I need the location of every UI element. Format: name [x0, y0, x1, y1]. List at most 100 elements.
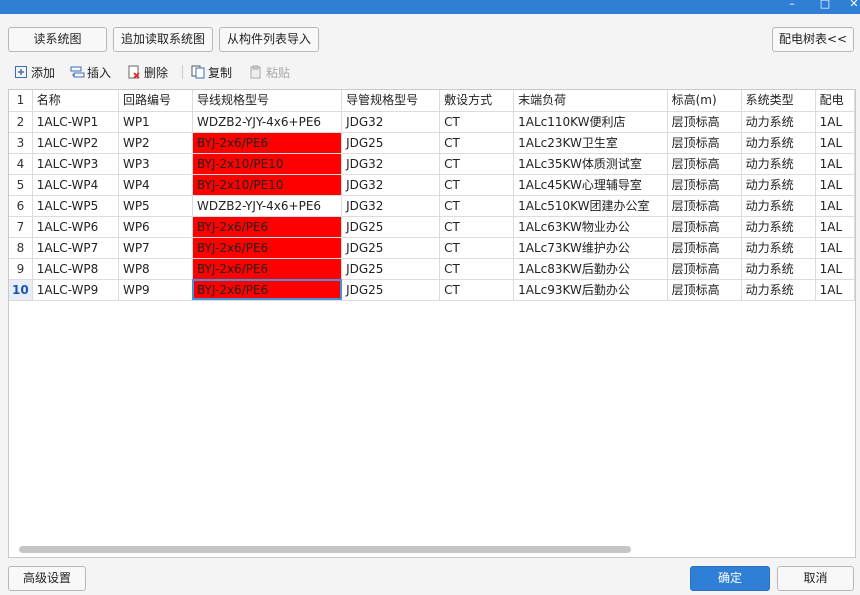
- delete-button[interactable]: 删除: [127, 61, 168, 83]
- table-row[interactable]: 7 1ALC-WP6 WP6 BYJ-2x6/PE6 JDG25 CT 1ALc63KW物业…: [9, 216, 855, 238]
- distribution-tree-button[interactable]: 配电树表<<: [772, 27, 854, 52]
- column-header[interactable]: 导管规格型号: [341, 90, 441, 112]
- table-cell[interactable]: JDG32: [341, 174, 441, 196]
- ok-button[interactable]: 确定: [690, 566, 770, 591]
- table-cell[interactable]: JDG32: [341, 153, 441, 175]
- table-cell[interactable]: WP8: [118, 258, 193, 280]
- table-cell[interactable]: 动力系统: [741, 174, 816, 196]
- column-header[interactable]: 敷设方式: [439, 90, 515, 112]
- row-number[interactable]: 2: [9, 111, 33, 133]
- table-cell[interactable]: 1AL: [815, 195, 855, 217]
- table-row[interactable]: 10 1ALC-WP9 WP9 BYJ-2x6/PE6 JDG25 CT 1ALc93KW后…: [9, 279, 855, 301]
- table-cell[interactable]: BYJ-2x6/PE6: [192, 258, 343, 280]
- advanced-settings-button[interactable]: 高级设置: [8, 566, 86, 591]
- table-cell[interactable]: 1ALC-WP7: [32, 237, 119, 259]
- insert-button[interactable]: 插入: [70, 61, 111, 83]
- table-cell[interactable]: 1AL: [815, 132, 855, 154]
- table-cell[interactable]: WDZB2-YJY-4x6+PE6: [192, 111, 343, 133]
- table-cell[interactable]: 动力系统: [741, 132, 816, 154]
- table-cell[interactable]: 1AL: [815, 258, 855, 280]
- column-header[interactable]: 末端负荷: [513, 90, 668, 112]
- table-cell[interactable]: JDG32: [341, 111, 441, 133]
- table-cell[interactable]: 层顶标高: [667, 216, 742, 238]
- table-cell[interactable]: CT: [439, 132, 515, 154]
- table-row[interactable]: 9 1ALC-WP8 WP8 BYJ-2x6/PE6 JDG25 CT 1ALc83KW后勤…: [9, 258, 855, 280]
- table-cell[interactable]: 1AL: [815, 153, 855, 175]
- table-cell[interactable]: BYJ-2x10/PE10: [192, 153, 343, 175]
- table-cell[interactable]: 层顶标高: [667, 174, 742, 196]
- table-cell[interactable]: 动力系统: [741, 258, 816, 280]
- add-button[interactable]: 添加: [14, 61, 55, 83]
- table-cell[interactable]: 动力系统: [741, 237, 816, 259]
- table-cell[interactable]: 1ALc63KW物业办公: [513, 216, 668, 238]
- import-from-component-list-button[interactable]: 从构件列表导入: [219, 27, 319, 52]
- table-row[interactable]: 3 1ALC-WP2 WP2 BYJ-2x6/PE6 JDG25 CT 1ALc23KW卫生…: [9, 132, 855, 154]
- table-cell[interactable]: 1ALC-WP9: [32, 279, 119, 301]
- table-cell[interactable]: CT: [439, 237, 515, 259]
- table-cell[interactable]: 1ALc45KW心理辅导室: [513, 174, 668, 196]
- paste-button[interactable]: 粘贴: [249, 61, 290, 83]
- table-cell[interactable]: BYJ-2x6/PE6: [192, 279, 343, 301]
- table-cell[interactable]: WDZB2-YJY-4x6+PE6: [192, 195, 343, 217]
- table-cell[interactable]: 1ALc73KW维护办公: [513, 237, 668, 259]
- table-cell[interactable]: 1AL: [815, 111, 855, 133]
- table-cell[interactable]: 1ALC-WP2: [32, 132, 119, 154]
- table-cell[interactable]: CT: [439, 195, 515, 217]
- table-cell[interactable]: BYJ-2x10/PE10: [192, 174, 343, 196]
- copy-button[interactable]: 复制: [191, 61, 232, 83]
- table-cell[interactable]: 层顶标高: [667, 195, 742, 217]
- table-cell[interactable]: BYJ-2x6/PE6: [192, 132, 343, 154]
- table-cell[interactable]: 动力系统: [741, 153, 816, 175]
- row-number[interactable]: 10: [9, 279, 33, 301]
- table-cell[interactable]: 1ALc110KW便利店: [513, 111, 668, 133]
- table-cell[interactable]: WP5: [118, 195, 193, 217]
- table-row[interactable]: 4 1ALC-WP3 WP3 BYJ-2x10/PE10 JDG32 CT 1ALc35KW…: [9, 153, 855, 175]
- table-cell[interactable]: WP7: [118, 237, 193, 259]
- row-number[interactable]: 9: [9, 258, 33, 280]
- table-cell[interactable]: 动力系统: [741, 195, 816, 217]
- table-cell[interactable]: 1ALc23KW卫生室: [513, 132, 668, 154]
- table-cell[interactable]: CT: [439, 279, 515, 301]
- column-header[interactable]: 名称: [32, 90, 119, 112]
- row-number[interactable]: 6: [9, 195, 33, 217]
- table-cell[interactable]: WP6: [118, 216, 193, 238]
- table-cell[interactable]: WP9: [118, 279, 193, 301]
- table-cell[interactable]: WP2: [118, 132, 193, 154]
- table-cell[interactable]: JDG32: [341, 195, 441, 217]
- table-cell[interactable]: JDG25: [341, 237, 441, 259]
- table-row[interactable]: 8 1ALC-WP7 WP7 BYJ-2x6/PE6 JDG25 CT 1ALc73KW维护…: [9, 237, 855, 259]
- close-button[interactable]: ✕: [842, 0, 860, 10]
- table-cell[interactable]: CT: [439, 258, 515, 280]
- table-cell[interactable]: CT: [439, 111, 515, 133]
- table-cell[interactable]: 动力系统: [741, 216, 816, 238]
- column-header[interactable]: 回路编号: [118, 90, 193, 112]
- table-cell[interactable]: CT: [439, 153, 515, 175]
- table-cell[interactable]: 1ALC-WP6: [32, 216, 119, 238]
- table-cell[interactable]: 1ALc510KW团建办公室: [513, 195, 668, 217]
- table-cell[interactable]: 层顶标高: [667, 153, 742, 175]
- table-cell[interactable]: 动力系统: [741, 279, 816, 301]
- table-cell[interactable]: 1ALc35KW体质测试室: [513, 153, 668, 175]
- table-cell[interactable]: 1ALc93KW后勤办公: [513, 279, 668, 301]
- table-cell[interactable]: 层顶标高: [667, 111, 742, 133]
- table-cell[interactable]: CT: [439, 174, 515, 196]
- column-header[interactable]: 导线规格型号: [192, 90, 343, 112]
- table-cell[interactable]: 1AL: [815, 237, 855, 259]
- table-cell[interactable]: JDG25: [341, 216, 441, 238]
- minimize-button[interactable]: –: [780, 0, 804, 10]
- table-cell[interactable]: WP4: [118, 174, 193, 196]
- table-cell[interactable]: 1ALc83KW后勤办公: [513, 258, 668, 280]
- table-cell[interactable]: 1ALC-WP3: [32, 153, 119, 175]
- column-header[interactable]: 系统类型: [741, 90, 816, 112]
- table-cell[interactable]: CT: [439, 216, 515, 238]
- table-cell[interactable]: 1AL: [815, 216, 855, 238]
- read-system-diagram-button[interactable]: 读系统图: [8, 27, 107, 52]
- table-cell[interactable]: 1ALC-WP1: [32, 111, 119, 133]
- row-number[interactable]: 5: [9, 174, 33, 196]
- table-cell[interactable]: 层顶标高: [667, 237, 742, 259]
- table-cell[interactable]: BYJ-2x6/PE6: [192, 216, 343, 238]
- row-number[interactable]: 8: [9, 237, 33, 259]
- append-read-system-diagram-button[interactable]: 追加读取系统图: [113, 27, 213, 52]
- table-cell[interactable]: 动力系统: [741, 111, 816, 133]
- column-header[interactable]: 标高(m): [667, 90, 742, 112]
